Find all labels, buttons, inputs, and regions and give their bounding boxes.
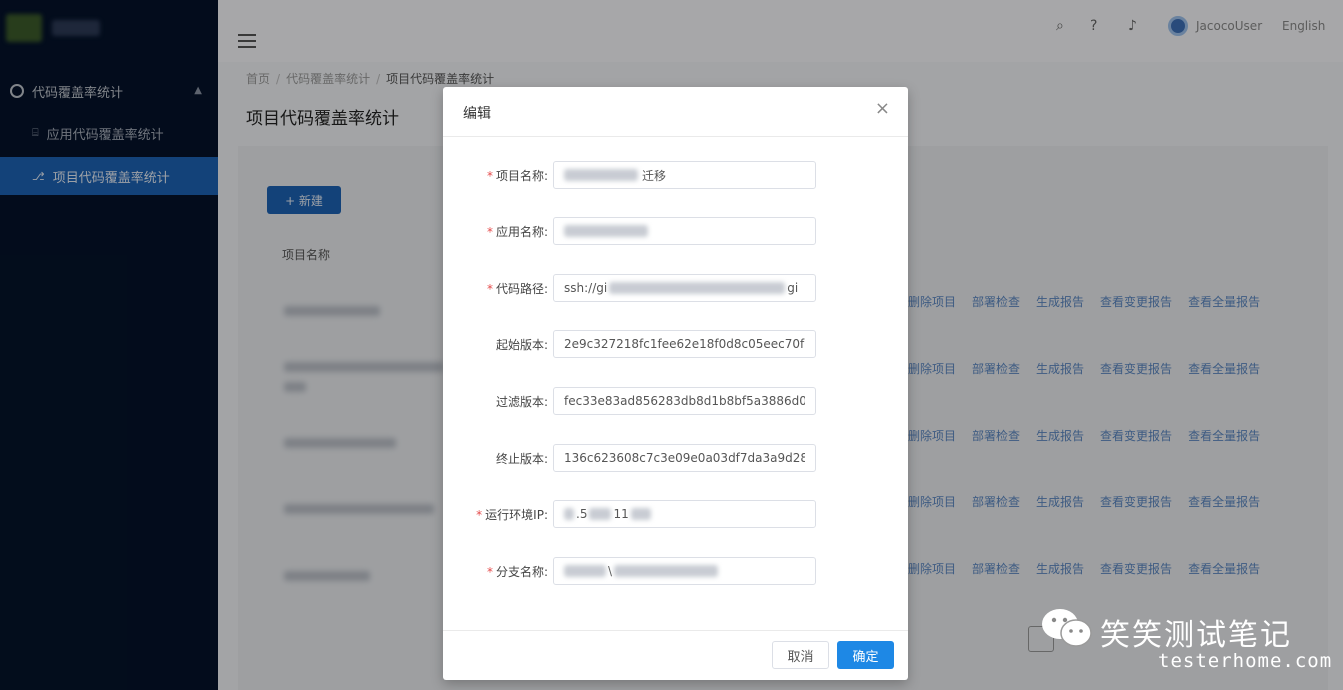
watermark-subtitle: testerhome.com: [1158, 650, 1333, 672]
app-name-field[interactable]: [553, 217, 816, 245]
form-row-filter-version: 过滤版本: fec33e83ad856283db8d1b8bf5a3886d04…: [443, 387, 908, 415]
code-path-field[interactable]: ssh://gi gi: [553, 274, 816, 302]
field-label: 起始版本:: [495, 338, 548, 352]
close-icon[interactable]: ×: [875, 100, 890, 118]
field-label: * 项目名称:: [486, 169, 548, 183]
form-row-code-path: * 代码路径: ssh://gi gi: [443, 274, 908, 302]
form-row-branch-name: * 分支名称: \: [443, 557, 908, 585]
field-label: * 代码路径:: [486, 282, 548, 296]
dialog-title: 编辑: [463, 106, 491, 122]
form-row-runtime-ip: * 运行环境IP: .5 11: [443, 500, 908, 528]
form-row-end-version: 终止版本: 136c623608c7c3e09e0a03df7da3a9d285…: [443, 444, 908, 472]
end-version-field[interactable]: 136c623608c7c3e09e0a03df7da3a9d2852ef4: [553, 444, 816, 472]
field-label: 过滤版本:: [495, 395, 548, 409]
dialog-footer: 取消 确定: [443, 630, 908, 680]
start-version-field[interactable]: 2e9c327218fc1fee62e18f0d8c05eec70f9f016: [553, 330, 816, 358]
wechat-logo-icon: [1042, 609, 1092, 647]
branch-name-field[interactable]: \: [553, 557, 816, 585]
watermark-title: 笑笑测试笔记: [1100, 618, 1292, 653]
confirm-button[interactable]: 确定: [837, 641, 894, 669]
runtime-ip-field[interactable]: .5 11: [553, 500, 816, 528]
field-label: * 运行环境IP:: [476, 508, 548, 522]
filter-version-field[interactable]: fec33e83ad856283db8d1b8bf5a3886d04b83: [553, 387, 816, 415]
dialog-header: 编辑 ×: [443, 87, 908, 137]
field-label: * 应用名称:: [486, 225, 548, 239]
cancel-button[interactable]: 取消: [772, 641, 829, 669]
project-name-field[interactable]: 迁移: [553, 161, 816, 189]
form-row-project-name: * 项目名称: 迁移: [443, 161, 908, 189]
form-row-start-version: 起始版本: 2e9c327218fc1fee62e18f0d8c05eec70f…: [443, 330, 908, 358]
field-label: * 分支名称:: [486, 565, 548, 579]
form-row-app-name: * 应用名称:: [443, 217, 908, 245]
field-label: 终止版本:: [495, 452, 548, 466]
edit-dialog: 编辑 × * 项目名称: 迁移 * 应用名称: * 代码路径: ssh://gi gi …: [443, 87, 908, 680]
